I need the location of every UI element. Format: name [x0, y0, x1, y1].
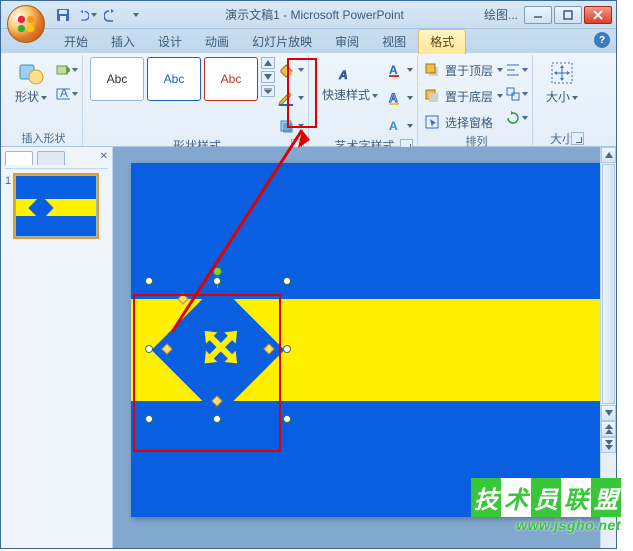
group-insert-shapes: 形状 A 插入形状 — [5, 55, 83, 146]
close-button[interactable] — [584, 6, 612, 24]
tab-format[interactable]: 格式 — [418, 29, 466, 54]
slide-canvas[interactable] — [131, 163, 609, 517]
svg-text:A: A — [389, 119, 398, 133]
panel-close-icon[interactable]: ✕ — [100, 151, 108, 168]
resize-handle-n[interactable] — [213, 277, 221, 285]
effects-icon — [278, 118, 294, 134]
watermark-logo: 技 术 员 联 盟 — [471, 478, 621, 517]
text-box-icon[interactable]: A — [56, 85, 78, 103]
svg-text:A: A — [389, 91, 398, 105]
minimize-button[interactable] — [524, 6, 552, 24]
group-size: 大小 大小 — [536, 55, 588, 146]
group-wordart-styles: A 快速样式 A A A 艺术字样式 — [312, 55, 418, 146]
resize-handle-w[interactable] — [145, 345, 153, 353]
quick-styles-label: 快速样式 — [322, 88, 370, 102]
svg-text:A: A — [60, 87, 68, 100]
selection-pane-button[interactable]: 选择窗格 — [425, 111, 503, 133]
office-button[interactable] — [7, 5, 45, 43]
selected-shape[interactable] — [149, 281, 287, 419]
scroll-up-icon[interactable] — [601, 147, 616, 163]
pen-outline-icon — [278, 90, 294, 106]
tab-slideshow[interactable]: 幻灯片放映 — [241, 30, 323, 54]
ribbon-tabs: 开始 插入 设计 动画 幻灯片放映 审阅 视图 格式 ? — [1, 29, 616, 53]
shape-fill-button[interactable] — [278, 59, 304, 81]
contextual-tab-title: 绘图... — [484, 6, 518, 23]
slide-number: 1 — [5, 175, 11, 237]
text-outline-button[interactable]: A — [387, 87, 413, 109]
group-arrange: 置于顶层 置于底层 选择窗格 排列 — [421, 55, 533, 146]
shapes-label: 形状 — [15, 90, 39, 104]
scroll-down-icon[interactable] — [601, 405, 616, 421]
prev-slide-icon[interactable] — [601, 421, 616, 437]
tab-design[interactable]: 设计 — [147, 30, 193, 54]
resize-handle-e[interactable] — [283, 345, 291, 353]
watermark: 技 术 员 联 盟 www.jsgho.net — [471, 478, 621, 533]
text-effects-button[interactable]: A — [387, 115, 413, 137]
window-title: 演示文稿1 - Microsoft PowerPoint — [145, 6, 484, 23]
next-slide-icon[interactable] — [601, 437, 616, 453]
slide-panel: ✕ 1 — [1, 147, 113, 548]
rotate-icon[interactable] — [506, 109, 528, 127]
quick-access-toolbar — [53, 5, 145, 25]
tab-view[interactable]: 视图 — [371, 30, 417, 54]
group-icon[interactable] — [506, 85, 528, 103]
app-window: 演示文稿1 - Microsoft PowerPoint 绘图... 开始 插入… — [0, 0, 617, 549]
shape-style-3[interactable]: Abc — [204, 57, 258, 101]
resize-handle-nw[interactable] — [145, 277, 153, 285]
styles-scroll-down-icon[interactable] — [261, 71, 275, 83]
styles-more-icon[interactable] — [261, 85, 275, 97]
resize-handle-s[interactable] — [213, 415, 221, 423]
shape-effects-button[interactable] — [278, 115, 304, 137]
svg-text:A: A — [338, 68, 348, 82]
save-icon[interactable] — [53, 5, 73, 25]
watermark-url: www.jsgho.net — [471, 517, 621, 533]
styles-scroll-up-icon[interactable] — [261, 57, 275, 69]
redo-icon[interactable] — [101, 5, 121, 25]
tab-animations[interactable]: 动画 — [194, 30, 240, 54]
shape-style-2[interactable]: Abc — [147, 57, 201, 101]
tab-review[interactable]: 审阅 — [324, 30, 370, 54]
wordart-quick-styles-button[interactable]: A 快速样式 — [316, 57, 384, 105]
edit-shape-icon[interactable] — [56, 61, 78, 79]
ribbon: 形状 A 插入形状 Abc Abc Abc — [1, 53, 616, 147]
undo-icon[interactable] — [77, 5, 97, 25]
size-button[interactable]: 大小 — [540, 57, 584, 107]
rotation-handle[interactable] — [213, 267, 222, 276]
tab-insert[interactable]: 插入 — [100, 30, 146, 54]
svg-text:A: A — [389, 63, 398, 77]
align-icon[interactable] — [506, 61, 528, 79]
send-to-back-button[interactable]: 置于底层 — [425, 85, 503, 107]
slides-tab-icon[interactable] — [5, 151, 33, 165]
shape-style-1[interactable]: Abc — [90, 57, 144, 101]
group-shape-styles: Abc Abc Abc 形状样式 — [86, 55, 309, 146]
shape-outline-button[interactable] — [278, 87, 304, 109]
resize-handle-ne[interactable] — [283, 277, 291, 285]
resize-handle-se[interactable] — [283, 415, 291, 423]
slide-thumbnail-1[interactable] — [15, 175, 97, 237]
adjust-handle-1[interactable] — [177, 293, 188, 304]
shapes-gallery-button[interactable]: 形状 — [9, 57, 53, 107]
qat-customize-icon[interactable] — [125, 5, 145, 25]
maximize-button[interactable] — [554, 6, 582, 24]
outline-tab-icon[interactable] — [37, 151, 65, 165]
scroll-thumb[interactable] — [602, 164, 615, 404]
size-dialog-launcher[interactable] — [571, 132, 584, 145]
tab-home[interactable]: 开始 — [53, 30, 99, 54]
paint-bucket-icon — [278, 62, 294, 78]
group-label-insert-shapes: 插入形状 — [9, 130, 78, 146]
bring-to-front-button[interactable]: 置于顶层 — [425, 59, 503, 81]
resize-handle-sw[interactable] — [145, 415, 153, 423]
text-fill-button[interactable]: A — [387, 59, 413, 81]
help-icon[interactable]: ? — [594, 32, 610, 48]
size-label: 大小 — [546, 90, 570, 104]
titlebar: 演示文稿1 - Microsoft PowerPoint 绘图... — [1, 1, 616, 29]
